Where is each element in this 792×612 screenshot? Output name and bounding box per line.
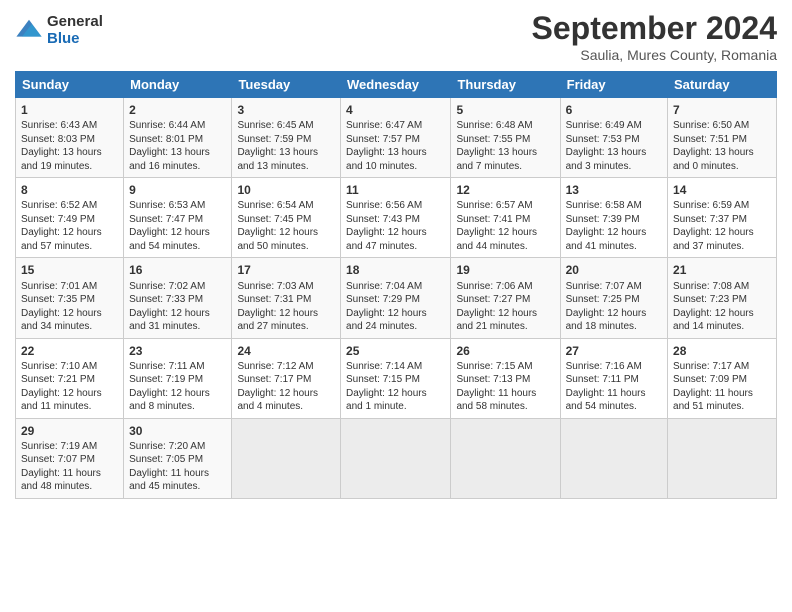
- day-cell-10: 10Sunrise: 6:54 AMSunset: 7:45 PMDayligh…: [232, 178, 341, 258]
- day-number: 4: [346, 102, 445, 118]
- day-cell-14: 14Sunrise: 6:59 AMSunset: 7:37 PMDayligh…: [668, 178, 777, 258]
- month-title: September 2024: [532, 10, 777, 47]
- day-number: 24: [237, 343, 335, 359]
- day-number: 6: [566, 102, 662, 118]
- header: General Blue September 2024 Saulia, Mure…: [15, 10, 777, 63]
- day-header-friday: Friday: [560, 72, 667, 98]
- day-number: 11: [346, 182, 445, 198]
- day-cell-5: 5Sunrise: 6:48 AMSunset: 7:55 PMDaylight…: [451, 98, 560, 178]
- day-number: 10: [237, 182, 335, 198]
- day-cell-9: 9Sunrise: 6:53 AMSunset: 7:47 PMDaylight…: [124, 178, 232, 258]
- day-cell-8: 8Sunrise: 6:52 AMSunset: 7:49 PMDaylight…: [16, 178, 124, 258]
- day-number: 30: [129, 423, 226, 439]
- day-header-tuesday: Tuesday: [232, 72, 341, 98]
- day-cell-12: 12Sunrise: 6:57 AMSunset: 7:41 PMDayligh…: [451, 178, 560, 258]
- week-row-5: 29Sunrise: 7:19 AMSunset: 7:07 PMDayligh…: [16, 418, 777, 498]
- logo-icon: [15, 17, 43, 45]
- day-cell-27: 27Sunrise: 7:16 AMSunset: 7:11 PMDayligh…: [560, 338, 667, 418]
- day-number: 23: [129, 343, 226, 359]
- day-cell-empty: [668, 418, 777, 498]
- day-header-thursday: Thursday: [451, 72, 560, 98]
- day-number: 8: [21, 182, 118, 198]
- day-number: 22: [21, 343, 118, 359]
- day-cell-23: 23Sunrise: 7:11 AMSunset: 7:19 PMDayligh…: [124, 338, 232, 418]
- day-number: 21: [673, 262, 771, 278]
- day-number: 26: [456, 343, 554, 359]
- day-number: 7: [673, 102, 771, 118]
- day-cell-19: 19Sunrise: 7:06 AMSunset: 7:27 PMDayligh…: [451, 258, 560, 338]
- day-cell-25: 25Sunrise: 7:14 AMSunset: 7:15 PMDayligh…: [341, 338, 451, 418]
- day-cell-7: 7Sunrise: 6:50 AMSunset: 7:51 PMDaylight…: [668, 98, 777, 178]
- day-cell-13: 13Sunrise: 6:58 AMSunset: 7:39 PMDayligh…: [560, 178, 667, 258]
- title-block: September 2024 Saulia, Mures County, Rom…: [532, 10, 777, 63]
- week-row-1: 1Sunrise: 6:43 AMSunset: 8:03 PMDaylight…: [16, 98, 777, 178]
- logo-general: General: [47, 14, 103, 31]
- day-cell-3: 3Sunrise: 6:45 AMSunset: 7:59 PMDaylight…: [232, 98, 341, 178]
- day-cell-21: 21Sunrise: 7:08 AMSunset: 7:23 PMDayligh…: [668, 258, 777, 338]
- day-cell-16: 16Sunrise: 7:02 AMSunset: 7:33 PMDayligh…: [124, 258, 232, 338]
- day-cell-empty: [560, 418, 667, 498]
- day-cell-22: 22Sunrise: 7:10 AMSunset: 7:21 PMDayligh…: [16, 338, 124, 418]
- day-cell-26: 26Sunrise: 7:15 AMSunset: 7:13 PMDayligh…: [451, 338, 560, 418]
- day-cell-30: 30Sunrise: 7:20 AMSunset: 7:05 PMDayligh…: [124, 418, 232, 498]
- day-header-monday: Monday: [124, 72, 232, 98]
- day-cell-17: 17Sunrise: 7:03 AMSunset: 7:31 PMDayligh…: [232, 258, 341, 338]
- day-number: 15: [21, 262, 118, 278]
- day-number: 19: [456, 262, 554, 278]
- day-cell-28: 28Sunrise: 7:17 AMSunset: 7:09 PMDayligh…: [668, 338, 777, 418]
- day-number: 2: [129, 102, 226, 118]
- day-cell-4: 4Sunrise: 6:47 AMSunset: 7:57 PMDaylight…: [341, 98, 451, 178]
- days-header-row: SundayMondayTuesdayWednesdayThursdayFrid…: [16, 72, 777, 98]
- calendar-table: SundayMondayTuesdayWednesdayThursdayFrid…: [15, 71, 777, 499]
- logo-text: General Blue: [47, 14, 103, 47]
- day-cell-1: 1Sunrise: 6:43 AMSunset: 8:03 PMDaylight…: [16, 98, 124, 178]
- page: General Blue September 2024 Saulia, Mure…: [0, 0, 792, 612]
- day-cell-empty: [451, 418, 560, 498]
- day-cell-20: 20Sunrise: 7:07 AMSunset: 7:25 PMDayligh…: [560, 258, 667, 338]
- day-cell-11: 11Sunrise: 6:56 AMSunset: 7:43 PMDayligh…: [341, 178, 451, 258]
- day-number: 27: [566, 343, 662, 359]
- day-number: 18: [346, 262, 445, 278]
- day-number: 5: [456, 102, 554, 118]
- day-header-saturday: Saturday: [668, 72, 777, 98]
- day-number: 13: [566, 182, 662, 198]
- day-header-wednesday: Wednesday: [341, 72, 451, 98]
- day-cell-18: 18Sunrise: 7:04 AMSunset: 7:29 PMDayligh…: [341, 258, 451, 338]
- week-row-2: 8Sunrise: 6:52 AMSunset: 7:49 PMDaylight…: [16, 178, 777, 258]
- day-number: 29: [21, 423, 118, 439]
- day-cell-2: 2Sunrise: 6:44 AMSunset: 8:01 PMDaylight…: [124, 98, 232, 178]
- week-row-4: 22Sunrise: 7:10 AMSunset: 7:21 PMDayligh…: [16, 338, 777, 418]
- day-cell-empty: [341, 418, 451, 498]
- day-cell-empty: [232, 418, 341, 498]
- day-cell-29: 29Sunrise: 7:19 AMSunset: 7:07 PMDayligh…: [16, 418, 124, 498]
- logo-blue: Blue: [47, 31, 103, 48]
- day-number: 12: [456, 182, 554, 198]
- day-header-sunday: Sunday: [16, 72, 124, 98]
- logo: General Blue: [15, 14, 103, 47]
- day-number: 28: [673, 343, 771, 359]
- day-cell-24: 24Sunrise: 7:12 AMSunset: 7:17 PMDayligh…: [232, 338, 341, 418]
- day-number: 3: [237, 102, 335, 118]
- day-number: 17: [237, 262, 335, 278]
- day-number: 25: [346, 343, 445, 359]
- week-row-3: 15Sunrise: 7:01 AMSunset: 7:35 PMDayligh…: [16, 258, 777, 338]
- location: Saulia, Mures County, Romania: [532, 47, 777, 63]
- day-number: 14: [673, 182, 771, 198]
- day-cell-15: 15Sunrise: 7:01 AMSunset: 7:35 PMDayligh…: [16, 258, 124, 338]
- day-number: 9: [129, 182, 226, 198]
- day-number: 20: [566, 262, 662, 278]
- day-number: 16: [129, 262, 226, 278]
- day-number: 1: [21, 102, 118, 118]
- day-cell-6: 6Sunrise: 6:49 AMSunset: 7:53 PMDaylight…: [560, 98, 667, 178]
